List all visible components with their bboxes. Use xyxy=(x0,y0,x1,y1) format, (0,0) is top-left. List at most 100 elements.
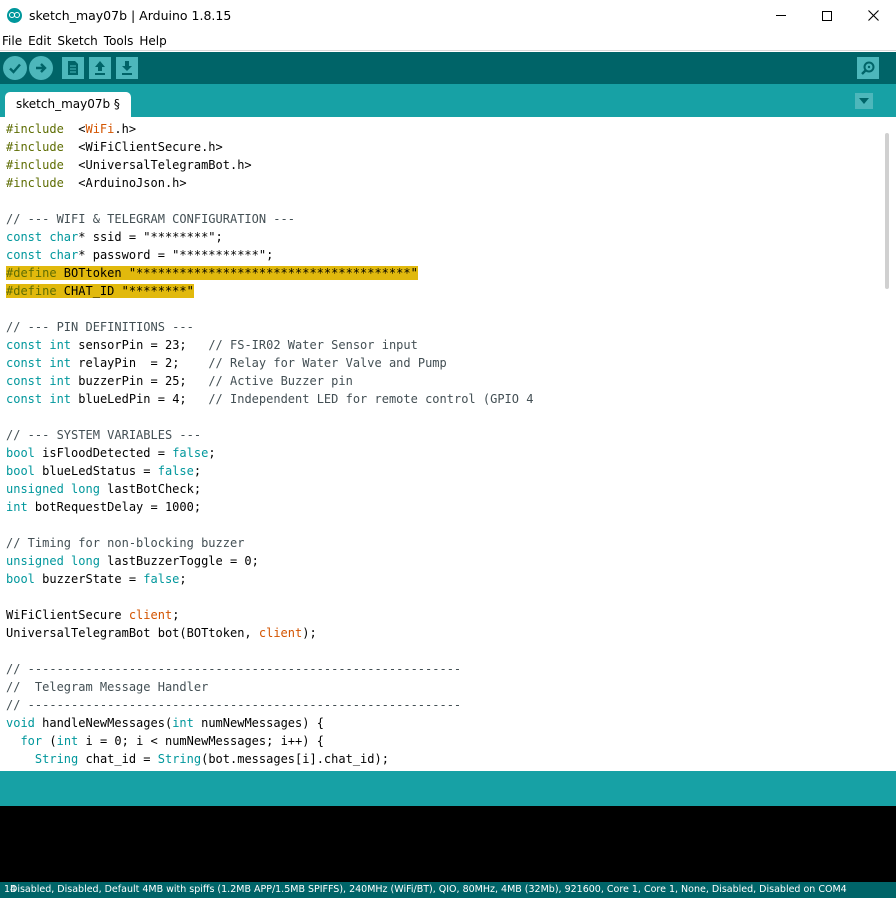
menu-tools[interactable]: Tools xyxy=(102,34,137,48)
code-line-content: const int buzzerPin = 25; // Active Buzz… xyxy=(6,374,353,388)
code-line-content: #define BOTtoken "**********************… xyxy=(6,266,418,280)
code-line-content: for (int i = 0; i < numNewMessages; i++)… xyxy=(6,734,323,748)
code-line[interactable]: // -------------------------------------… xyxy=(6,660,533,678)
code-token: const xyxy=(6,338,43,352)
code-token: // --- WIFI & TELEGRAM CONFIGURATION --- xyxy=(6,212,295,226)
code-line[interactable]: bool blueLedStatus = false; xyxy=(6,462,533,480)
code-token: false xyxy=(172,446,209,460)
code-line[interactable] xyxy=(6,300,533,318)
code-line[interactable]: // -------------------------------------… xyxy=(6,696,533,714)
code-line-content: // --- SYSTEM VARIABLES --- xyxy=(6,428,201,442)
code-token: long xyxy=(71,554,100,568)
code-line[interactable]: // --- PIN DEFINITIONS --- xyxy=(6,318,533,336)
open-button[interactable] xyxy=(89,57,111,79)
code-token: (bot.messages[i].chat_id); xyxy=(201,752,389,766)
code-line-content: #include <ArduinoJson.h> xyxy=(6,176,187,190)
code-token: // FS-IR02 Water Sensor input xyxy=(208,338,418,352)
code-line[interactable]: bool buzzerState = false; xyxy=(6,570,533,588)
code-line[interactable]: #include <WiFi.h> xyxy=(6,120,533,138)
code-token: String xyxy=(157,752,202,766)
code-line[interactable]: #include <WiFiClientSecure.h> xyxy=(6,138,533,156)
code-line[interactable]: const int blueLedPin = 4; // Independent… xyxy=(6,390,533,408)
code-line[interactable]: // Telegram Message Handler xyxy=(6,678,533,696)
code-line[interactable] xyxy=(6,408,533,426)
code-line[interactable] xyxy=(6,588,533,606)
code-line-content: void handleNewMessages(int numNewMessage… xyxy=(6,716,324,730)
code-token: CHAT_ID "********" xyxy=(56,284,194,298)
code-token: #define xyxy=(6,266,57,280)
code-token: relayPin = 2; xyxy=(71,356,209,370)
menu-file[interactable]: File xyxy=(0,34,25,48)
code-line[interactable]: bool isFloodDetected = false; xyxy=(6,444,533,462)
code-line[interactable]: String chat_id = String(bot.messages[i].… xyxy=(6,750,533,768)
code-line[interactable]: // --- WIFI & TELEGRAM CONFIGURATION --- xyxy=(6,210,533,228)
code-token: <UniversalTelegramBot.h> xyxy=(63,158,252,172)
menu-edit[interactable]: Edit xyxy=(26,34,54,48)
code-line[interactable]: #define BOTtoken "**********************… xyxy=(6,264,533,282)
code-token: void xyxy=(6,716,35,730)
close-button[interactable] xyxy=(850,0,896,31)
code-line[interactable]: for (int i = 0; i < numNewMessages; i++)… xyxy=(6,732,533,750)
code-token: int xyxy=(49,356,72,370)
code-line-content: // -------------------------------------… xyxy=(6,662,461,676)
code-line[interactable]: UniversalTelegramBot bot(BOTtoken, clien… xyxy=(6,624,533,642)
code-line[interactable]: void handleNewMessages(int numNewMessage… xyxy=(6,714,533,732)
code-line[interactable]: const int relayPin = 2; // Relay for Wat… xyxy=(6,354,533,372)
tab-sketch[interactable]: sketch_may07b § xyxy=(5,92,131,117)
code-line[interactable]: WiFiClientSecure client; xyxy=(6,606,533,624)
code-line[interactable]: unsigned long lastBuzzerToggle = 0; xyxy=(6,552,533,570)
code-line[interactable] xyxy=(6,516,533,534)
close-icon xyxy=(867,10,879,21)
code-line[interactable]: // Timing for non-blocking buzzer xyxy=(6,534,533,552)
code-token: WiFiClientSecure xyxy=(6,608,129,622)
code-token: // Independent LED for remote control (G… xyxy=(208,392,534,406)
menu-bar: File Edit Sketch Tools Help xyxy=(0,31,896,51)
maximize-button[interactable] xyxy=(804,0,850,31)
scrollbar-thumb[interactable] xyxy=(885,133,889,289)
minimize-button[interactable] xyxy=(758,0,804,31)
code-line[interactable]: const int buzzerPin = 25; // Active Buzz… xyxy=(6,372,533,390)
code-line[interactable]: // --- SYSTEM VARIABLES --- xyxy=(6,426,533,444)
code-token: blueLedStatus = xyxy=(34,464,158,478)
menu-sketch[interactable]: Sketch xyxy=(55,34,100,48)
code-line[interactable]: unsigned long lastBotCheck; xyxy=(6,480,533,498)
code-token: bool xyxy=(6,446,35,460)
tab-menu-button[interactable] xyxy=(855,93,873,109)
code-editor[interactable]: #include <WiFi.h> #include <WiFiClientSec… xyxy=(0,117,896,771)
verify-button[interactable] xyxy=(3,56,27,80)
save-icon xyxy=(122,61,132,75)
code-token: false xyxy=(157,464,194,478)
code-token: const xyxy=(6,392,43,406)
code-token: #define xyxy=(6,284,57,298)
save-button[interactable] xyxy=(116,57,138,79)
code-line-content: // --- PIN DEFINITIONS --- xyxy=(6,320,194,334)
upload-button[interactable] xyxy=(29,56,53,80)
open-icon xyxy=(95,61,105,75)
code-line[interactable]: const char* ssid = "********"; xyxy=(6,228,533,246)
code-line[interactable]: #include <ArduinoJson.h> xyxy=(6,174,533,192)
code-area[interactable]: #include <WiFi.h> #include <WiFiClientSec… xyxy=(6,120,533,768)
message-area xyxy=(0,771,896,806)
status-bar: 14 Disabled, Disabled, Default 4MB with … xyxy=(0,882,896,898)
code-token: bool xyxy=(6,464,35,478)
code-line-content: #include <WiFiClientSecure.h> xyxy=(6,140,223,154)
new-sketch-button[interactable] xyxy=(62,57,84,79)
menu-help[interactable]: Help xyxy=(137,34,169,48)
code-line-content: UniversalTelegramBot bot(BOTtoken, clien… xyxy=(6,626,317,640)
code-token: * password = "***********"; xyxy=(78,248,274,262)
code-line[interactable] xyxy=(6,642,533,660)
code-token: lastBuzzerToggle = 0; xyxy=(99,554,259,568)
code-line[interactable] xyxy=(6,192,533,210)
upload-icon xyxy=(36,63,47,73)
code-token: int xyxy=(49,392,72,406)
code-line[interactable]: #include <UniversalTelegramBot.h> xyxy=(6,156,533,174)
code-line[interactable]: const char* password = "***********"; xyxy=(6,246,533,264)
code-line[interactable]: #define CHAT_ID "********" xyxy=(6,282,533,300)
code-line[interactable]: const int sensorPin = 23; // FS-IR02 Wat… xyxy=(6,336,533,354)
code-token: #include xyxy=(6,122,64,136)
code-token: false xyxy=(143,572,180,586)
serial-monitor-button[interactable] xyxy=(857,57,879,79)
code-line[interactable]: int botRequestDelay = 1000; xyxy=(6,498,533,516)
